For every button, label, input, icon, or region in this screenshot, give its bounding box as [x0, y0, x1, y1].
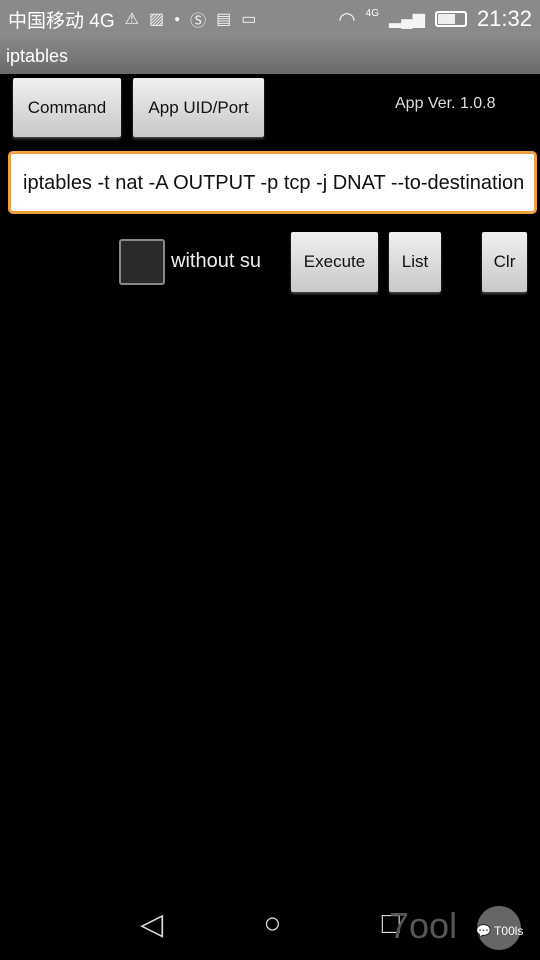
status-bar: 中国移动 4G ⚠ ▨ ● Ⓢ ▤ ▭ ◠ 4G ▂▄▆ 21:32: [0, 0, 540, 38]
bug-icon: ●: [174, 13, 181, 25]
command-input[interactable]: iptables -t nat -A OUTPUT -p tcp -j DNAT…: [8, 151, 537, 214]
app-title-bar: iptables: [0, 38, 540, 74]
list-button[interactable]: List: [389, 232, 441, 292]
image-icon: ▨: [148, 11, 165, 28]
battery-icon: [434, 11, 467, 27]
home-icon[interactable]: ○: [263, 907, 281, 941]
execute-button[interactable]: Execute: [291, 232, 378, 292]
watermark-text: 7ool: [389, 905, 457, 946]
command-button[interactable]: Command: [13, 78, 121, 137]
warning-icon: ⚠: [124, 11, 139, 28]
watermark-logo: 7ool 💬 T00ls: [389, 905, 523, 950]
watermark-badge: 💬 T00ls: [476, 924, 523, 938]
message-icon: ▭: [241, 11, 257, 28]
without-su-checkbox[interactable]: [119, 239, 165, 285]
back-icon[interactable]: ◁: [140, 907, 163, 942]
circle-s-icon: Ⓢ: [190, 13, 207, 30]
app-title: iptables: [6, 46, 69, 66]
app-uid-port-button[interactable]: App UID/Port: [133, 78, 264, 137]
wifi-icon: ◠: [338, 8, 356, 31]
signal-icon: 4G: [366, 8, 379, 19]
carrier-label: 中国移动 4G: [8, 10, 115, 32]
keyboard-icon: ▤: [216, 11, 232, 28]
network-badge: 4G: [365, 7, 379, 19]
clock: 21:32: [476, 6, 532, 31]
without-su-label: without su: [171, 250, 262, 272]
clr-button[interactable]: Clr: [482, 232, 527, 292]
app-version: App Ver. 1.0.8: [395, 95, 496, 112]
signal-bars-icon: ▂▄▆: [388, 11, 425, 28]
